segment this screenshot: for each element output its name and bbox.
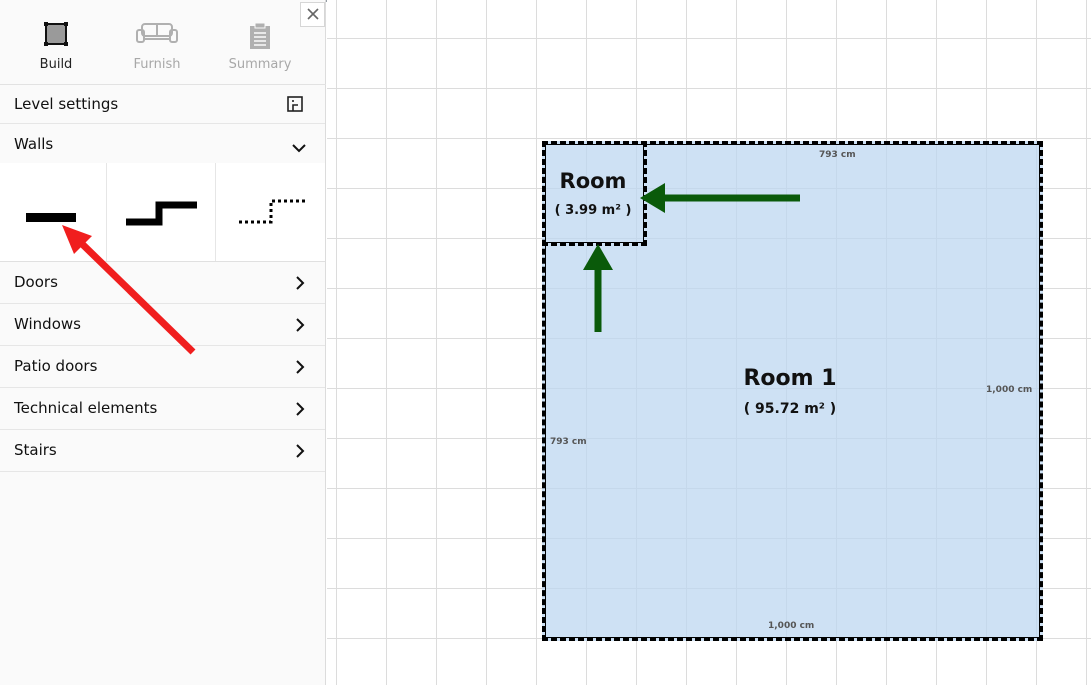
straight-wall-tool[interactable]: [0, 163, 106, 261]
build-sidebar: Build Furnish Summary Level settings Wal…: [0, 0, 326, 685]
dotted-wall-icon: [237, 197, 309, 231]
technical-elements-label: Technical elements: [14, 399, 158, 417]
tab-summary-label: Summary: [228, 57, 292, 72]
small-room-name[interactable]: Room: [543, 169, 643, 193]
walls-label: Walls: [14, 135, 54, 153]
doors-row[interactable]: Doors: [0, 262, 325, 304]
close-panel-button[interactable]: [300, 2, 325, 27]
chevron-right-icon: [295, 443, 305, 463]
chevron-down-icon: [291, 138, 307, 157]
clipboard-icon: [248, 22, 272, 54]
stairs-label: Stairs: [14, 441, 57, 459]
tab-summary[interactable]: Summary: [208, 0, 312, 84]
technical-elements-row[interactable]: Technical elements: [0, 388, 325, 430]
stepped-wall-tool[interactable]: [106, 163, 216, 261]
tab-furnish[interactable]: Furnish: [105, 0, 209, 84]
dimension-right: 1,000 cm: [986, 385, 1033, 395]
wall-tools: [0, 163, 325, 262]
floor-plan-canvas[interactable]: Room ( 3.99 m² ) Room 1 ( 95.72 m² ) 793…: [327, 0, 1091, 685]
dimension-bottom: 1,000 cm: [768, 621, 815, 631]
tab-build[interactable]: Build: [4, 0, 108, 84]
level-settings-row[interactable]: Level settings: [0, 84, 325, 124]
windows-label: Windows: [14, 315, 81, 333]
small-room-walls[interactable]: [542, 141, 647, 246]
room-1-name[interactable]: Room 1: [690, 366, 890, 391]
dimension-left: 793 cm: [550, 437, 587, 447]
walls-row[interactable]: Walls: [0, 124, 325, 164]
sofa-icon: [136, 22, 178, 50]
chevron-right-icon: [295, 359, 305, 379]
stepped-wall-icon: [126, 201, 198, 233]
patio-doors-label: Patio doors: [14, 357, 98, 375]
chevron-right-icon: [295, 317, 305, 337]
tab-furnish-label: Furnish: [133, 57, 181, 72]
doors-label: Doors: [14, 273, 58, 291]
room-1-area: ( 95.72 m² ): [743, 401, 837, 417]
patio-doors-row[interactable]: Patio doors: [0, 346, 325, 388]
dimension-top: 793 cm: [819, 150, 856, 160]
straight-wall-icon: [26, 208, 76, 227]
chevron-right-icon: [295, 401, 305, 421]
level-settings-label: Level settings: [14, 95, 119, 113]
small-room-area: ( 3.99 m² ): [554, 203, 632, 218]
square-build-icon: [44, 22, 68, 50]
close-icon: [306, 5, 319, 24]
mode-tabs: Build Furnish Summary: [0, 0, 326, 85]
stairs-row[interactable]: Stairs: [0, 430, 325, 472]
tab-build-label: Build: [39, 57, 73, 72]
chevron-right-icon: [295, 275, 305, 295]
windows-row[interactable]: Windows: [0, 304, 325, 346]
dotted-wall-tool[interactable]: [215, 163, 326, 261]
level-plan-icon: [287, 96, 303, 116]
